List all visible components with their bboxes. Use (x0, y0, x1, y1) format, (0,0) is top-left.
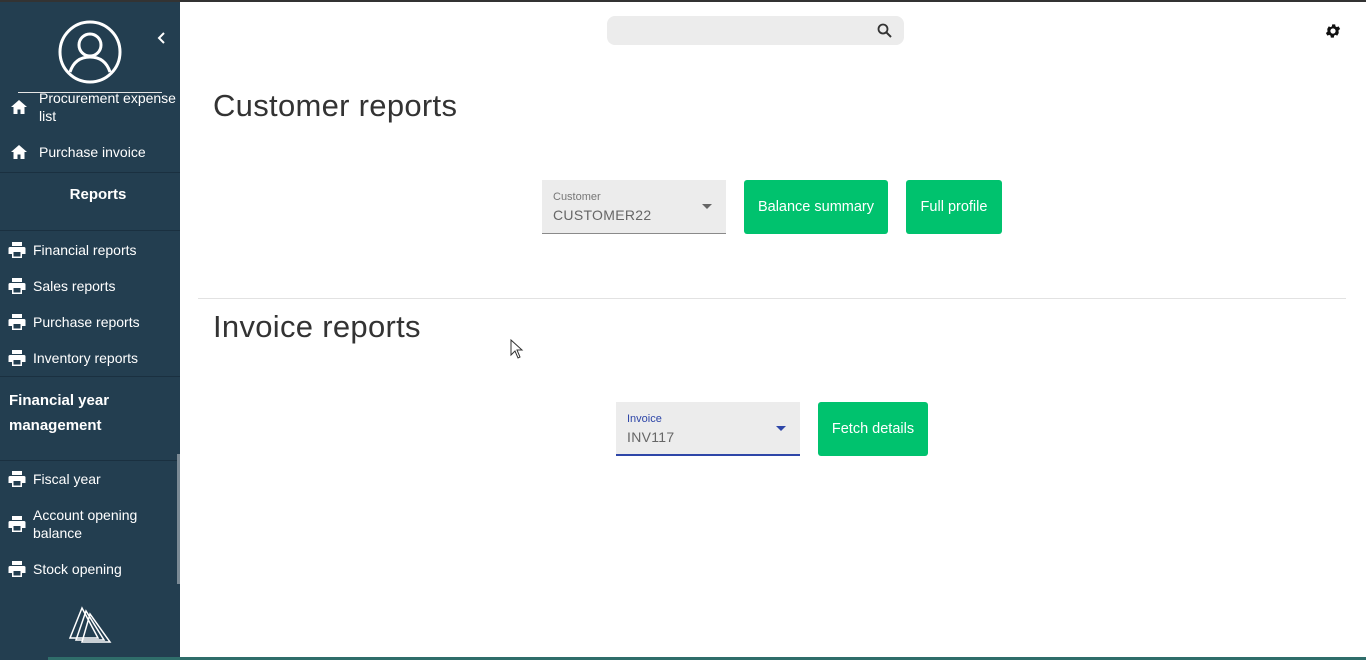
sidebar-item-stock-opening[interactable]: Stock opening (0, 560, 180, 578)
sidebar-divider (0, 376, 180, 377)
sidebar-divider (0, 230, 180, 231)
sidebar-divider (0, 172, 180, 173)
search-icon[interactable] (877, 23, 892, 38)
sidebar-item-label: Account opening balance (33, 507, 138, 541)
sidebar-item-sales-reports[interactable]: Sales reports (0, 277, 180, 295)
sidebar-item-financial-reports[interactable]: Financial reports (0, 241, 180, 259)
sidebar-item-label: Fiscal year (33, 471, 101, 487)
invoice-reports-title: Invoice reports (213, 309, 421, 344)
print-icon (8, 278, 26, 294)
balance-summary-button[interactable]: Balance summary (744, 180, 888, 234)
sidebar-item-purchase-invoice[interactable]: Purchase invoice (0, 143, 180, 161)
triangle-logo-icon (68, 606, 112, 643)
sidebar-scrollbar[interactable] (177, 454, 180, 584)
full-profile-button[interactable]: Full profile (906, 180, 1002, 234)
home-icon (11, 100, 27, 114)
customer-select[interactable]: Customer CUSTOMER22 (542, 180, 726, 234)
sidebar: Procurement expense list Purchase invoic… (0, 2, 180, 660)
caret-down-icon (702, 204, 712, 209)
customer-reports-title: Customer reports (213, 88, 458, 123)
customer-select-value: CUSTOMER22 (553, 207, 652, 223)
sidebar-item-purchase-reports[interactable]: Purchase reports (0, 313, 180, 331)
user-avatar-icon[interactable] (58, 20, 122, 84)
invoice-select-label: Invoice (627, 413, 662, 425)
sidebar-item-label: Sales reports (33, 278, 116, 294)
sidebar-item-account-opening-balance[interactable]: Account opening balance (0, 506, 180, 542)
sidebar-item-fiscal-year[interactable]: Fiscal year (0, 470, 180, 488)
home-icon (11, 145, 27, 159)
top-border (0, 0, 1366, 2)
sidebar-item-label: Purchase reports (33, 314, 140, 330)
sidebar-item-label: Procurement expense list (39, 90, 176, 124)
search-bar[interactable] (607, 16, 904, 45)
sidebar-item-label: Purchase invoice (39, 144, 146, 160)
mouse-cursor-icon (510, 339, 524, 359)
invoice-select-value: INV117 (627, 429, 675, 445)
sidebar-item-label: Inventory reports (33, 350, 139, 366)
print-icon (8, 350, 26, 366)
search-input[interactable] (617, 20, 871, 43)
sidebar-section-financial-year: Financial year management (9, 392, 110, 434)
sidebar-item-label: Financial reports (33, 242, 137, 258)
sidebar-item-inventory-reports[interactable]: Inventory reports (0, 349, 180, 367)
print-icon (8, 561, 26, 577)
print-icon (8, 242, 26, 258)
gear-icon[interactable] (1324, 22, 1342, 40)
sidebar-item-procurement-expense-list[interactable]: Procurement expense list (0, 89, 180, 125)
caret-down-icon (776, 426, 786, 431)
print-icon (8, 471, 26, 487)
invoice-select[interactable]: Invoice INV117 (616, 402, 800, 456)
sidebar-divider (0, 460, 180, 461)
print-icon (8, 314, 26, 330)
print-icon (8, 516, 26, 532)
sidebar-section-reports: Reports (69, 186, 127, 203)
chevron-left-icon[interactable] (155, 30, 169, 46)
fetch-details-button[interactable]: Fetch details (818, 402, 928, 456)
customer-select-label: Customer (553, 191, 601, 203)
sidebar-item-label: Stock opening (33, 561, 122, 577)
section-divider (198, 298, 1346, 299)
